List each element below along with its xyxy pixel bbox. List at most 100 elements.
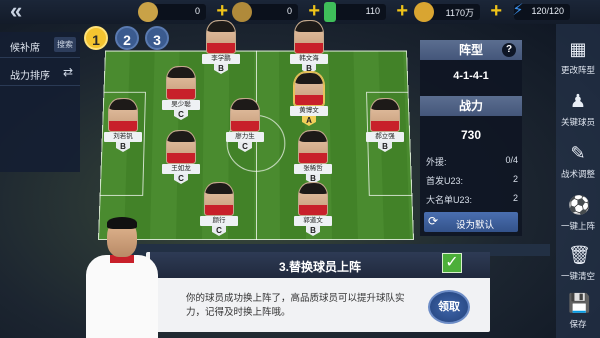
player-name: 吴少聪 [162, 100, 200, 110]
check-icon: ✓ [442, 253, 462, 273]
gold-coin-icon [232, 2, 252, 22]
gold-coin-counter: 0 + [232, 1, 320, 22]
back-button[interactable]: « [10, 0, 40, 23]
player-portrait [206, 20, 236, 54]
starting-u23-stat: 首发U23: 2 [426, 174, 518, 186]
player-portrait [166, 130, 196, 164]
player-card[interactable]: 韩文海 B [290, 20, 328, 74]
medal-counter: 1170万 + [414, 1, 502, 22]
player-portrait [166, 66, 196, 100]
player-grade-badge: A [302, 116, 316, 126]
game-screen: « 0 + 0 + 110 + 1170万 + ⚡ 120/120 候补席 搜索… [0, 0, 600, 338]
double-chevron-left-icon: « [10, 0, 23, 23]
player-name: 黄博文 [290, 106, 328, 116]
player-card[interactable]: 吴少聪 C [162, 66, 200, 120]
formation-header: 阵型 ? [420, 40, 522, 60]
player-card[interactable]: 黄博文 A [290, 72, 328, 126]
player-grade-badge: B [214, 64, 228, 74]
dialog-title: 3.替换球员上阵 [278, 260, 361, 274]
player-card[interactable]: 王如龙 C [162, 130, 200, 184]
tab-3[interactable]: 3 [145, 26, 169, 50]
player-name: 张稀哲 [294, 164, 332, 174]
player-grade-badge: C [212, 226, 226, 236]
player-grade-badge: C [238, 142, 252, 152]
coin-counter: 0 + [138, 1, 228, 22]
player-card[interactable]: 郝立强 B [366, 98, 404, 152]
player-card[interactable]: 刘若钒 B [104, 98, 142, 152]
player-portrait [294, 72, 324, 106]
auto-lineup-button[interactable]: ⚽ 一键上阵 [556, 188, 600, 238]
gem-counter: 110 + [324, 1, 408, 22]
dialog-title-bar: 3.替换球员上阵 [150, 252, 490, 278]
player-card[interactable]: 颜行 C [200, 182, 238, 236]
key-player-icon: ♟ [569, 91, 587, 111]
player-portrait [204, 182, 234, 216]
player-portrait [108, 98, 138, 132]
tactics-button[interactable]: ✎ 战术调整 [556, 136, 600, 186]
player-name: 廖力生 [226, 132, 264, 142]
coin-value: 0 [194, 6, 200, 16]
right-sidebar: ▦ 更改阵型 ♟ 关键球员 ✎ 战术调整 ⚽ 一键上阵 🗑 一键清空 💾 保存 [556, 24, 600, 338]
change-formation-button[interactable]: ▦ 更改阵型 [556, 32, 600, 82]
player-name: 郭道文 [294, 216, 332, 226]
roster-u23-stat: 大名单U23: 2 [426, 193, 518, 205]
dialog-body: 你的球员成功换上阵了，高品质球员可以提升球队实力，记得及时换上阵哦。 [186, 293, 405, 318]
player-name: 李学鹏 [202, 54, 240, 64]
refresh-icon: ⟳ [428, 214, 439, 228]
player-grade-badge: C [174, 110, 188, 120]
energy-value: 120/120 [531, 6, 564, 16]
player-card[interactable]: 郭道文 B [294, 182, 332, 236]
save-icon: 💾 [568, 293, 591, 313]
set-default-button[interactable]: ⟳ 设为默认 [424, 212, 518, 232]
add-gold-coin-button[interactable]: + [308, 1, 320, 21]
trash-icon: 🗑 [568, 245, 591, 265]
player-grade-badge: B [378, 142, 392, 152]
coin-icon [138, 2, 158, 22]
foreign-stat: 外援: 0/4 [426, 155, 518, 167]
gold-medal-icon [414, 2, 434, 22]
help-icon[interactable]: ? [502, 43, 516, 57]
tab-2[interactable]: 2 [115, 26, 139, 50]
power-value: 730 [460, 128, 482, 142]
add-gem-button[interactable]: + [396, 1, 408, 21]
bench-label: 候补席 [10, 43, 40, 54]
player-portrait [294, 20, 324, 54]
claim-button[interactable]: 领取 [428, 290, 470, 324]
green-gem-icon [324, 2, 336, 22]
tab-1[interactable]: 1 [84, 26, 108, 50]
player-name: 王如龙 [162, 164, 200, 174]
formation-panel: 阵型 ? 4-1-4-1 战力 730 外援: 0/4 首发U23: 2 大名单U2… [420, 40, 522, 236]
player-card[interactable]: 张稀哲 B [294, 130, 332, 184]
player-name: 刘若钒 [104, 132, 142, 142]
energy-icon: ⚡ [512, 2, 524, 19]
player-portrait [370, 98, 400, 132]
power-header: 战力 [420, 96, 522, 116]
energy-counter: ⚡ 120/120 [512, 2, 570, 20]
formation-value: 4-1-4-1 [453, 70, 489, 82]
player-grade-badge: B [116, 142, 130, 152]
formation-icon: ▦ [569, 39, 587, 59]
player-grade-badge: B [306, 226, 320, 236]
gem-value: 110 [365, 6, 380, 16]
player-portrait [298, 182, 328, 216]
sort-label: 战力排序 [10, 71, 50, 82]
player-grade-badge: C [174, 174, 188, 184]
add-coin-button[interactable]: + [216, 1, 228, 21]
key-player-button[interactable]: ♟ 关键球员 [556, 84, 600, 134]
coach-avatar [80, 215, 170, 338]
player-card[interactable]: 廖力生 C [226, 98, 264, 152]
clear-lineup-button[interactable]: 🗑 一键清空 [556, 238, 600, 288]
save-button[interactable]: 💾 保存 [556, 286, 600, 336]
bench-panel: 候补席 搜索 战力排序 ⇄ [0, 32, 80, 172]
swap-arrows-icon[interactable]: ⇄ [60, 63, 76, 81]
sort-row[interactable]: 战力排序 ⇄ [0, 60, 80, 86]
add-medal-button[interactable]: + [490, 1, 502, 21]
medal-value: 1170万 [445, 8, 474, 18]
auto-lineup-icon: ⚽ [568, 195, 591, 215]
tactics-icon: ✎ [570, 143, 586, 163]
player-name: 韩文海 [290, 54, 328, 64]
player-card[interactable]: 李学鹏 B [202, 20, 240, 74]
search-button[interactable]: 搜索 [54, 37, 76, 52]
bench-header: 候补席 搜索 [0, 32, 80, 58]
player-portrait [298, 130, 328, 164]
